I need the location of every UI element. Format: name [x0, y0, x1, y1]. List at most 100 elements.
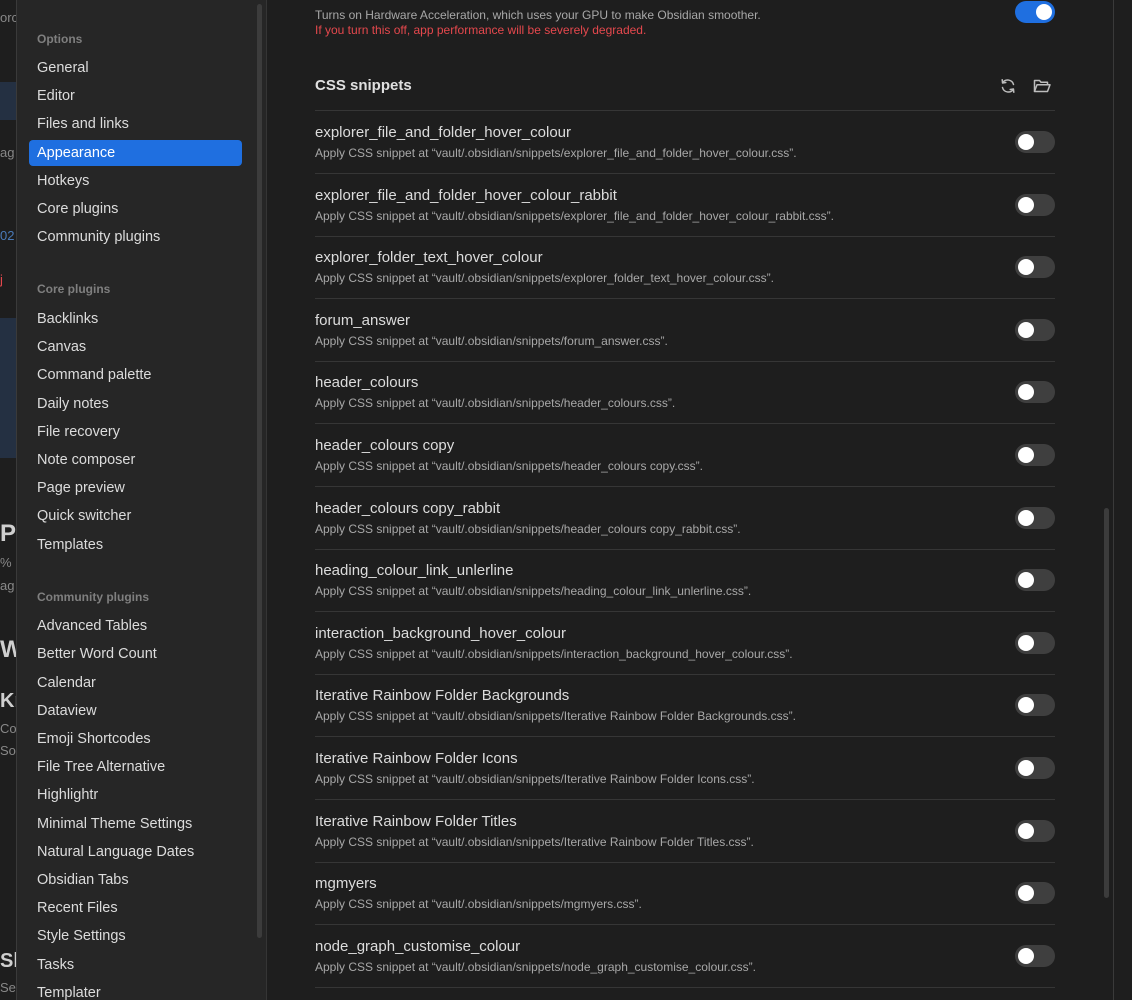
- snippet-toggle[interactable]: [1015, 632, 1055, 654]
- snippet-toggle[interactable]: [1015, 319, 1055, 341]
- sidebar-item-page-preview[interactable]: Page preview: [29, 475, 242, 501]
- snippet-description: Apply CSS snippet at “vault/.obsidian/sn…: [315, 146, 797, 160]
- background-fragment: W: [0, 636, 16, 663]
- sidebar-item-templater[interactable]: Templater: [29, 980, 242, 1000]
- snippet-description: Apply CSS snippet at “vault/.obsidian/sn…: [315, 835, 754, 849]
- sidebar-scrollbar[interactable]: [257, 4, 262, 938]
- reload-snippets-button[interactable]: [998, 76, 1018, 96]
- snippet-description: Apply CSS snippet at “vault/.obsidian/sn…: [315, 772, 755, 786]
- sidebar-item-natural-language-dates[interactable]: Natural Language Dates: [29, 839, 242, 865]
- sidebar-item-dataview[interactable]: Dataview: [29, 698, 242, 724]
- sidebar-item-canvas[interactable]: Canvas: [29, 334, 242, 360]
- snippet-toggle[interactable]: [1015, 256, 1055, 278]
- sidebar-item-file-recovery[interactable]: File recovery: [29, 419, 242, 445]
- sidebar-item-minimal-theme-settings[interactable]: Minimal Theme Settings: [29, 811, 242, 837]
- background-fragment: %: [0, 555, 12, 570]
- snippet-name: Iterative Rainbow Folder Icons: [315, 750, 518, 767]
- snippet-row: heading_colour_link_unlerline Apply CSS …: [315, 549, 1055, 612]
- snippet-description: Apply CSS snippet at “vault/.obsidian/sn…: [315, 709, 796, 723]
- snippet-description: Apply CSS snippet at “vault/.obsidian/sn…: [315, 522, 741, 536]
- snippet-description: Apply CSS snippet at “vault/.obsidian/sn…: [315, 209, 834, 223]
- snippet-description: Apply CSS snippet at “vault/.obsidian/sn…: [315, 459, 703, 473]
- snippet-row: explorer_file_and_folder_hover_colour Ap…: [315, 111, 1055, 174]
- sidebar-item-emoji-shortcodes[interactable]: Emoji Shortcodes: [29, 726, 242, 752]
- toggle-knob: [1018, 134, 1034, 150]
- snippet-row: Iterative Rainbow Folder Titles Apply CS…: [315, 800, 1055, 863]
- snippet-toggle[interactable]: [1015, 945, 1055, 967]
- background-fragment: orc: [0, 10, 16, 25]
- snippet-toggle[interactable]: [1015, 820, 1055, 842]
- toggle-knob: [1018, 447, 1034, 463]
- sidebar-item-recent-files[interactable]: Recent Files: [29, 895, 242, 921]
- sidebar-item-obsidian-tabs[interactable]: Obsidian Tabs: [29, 867, 242, 893]
- snippet-name: explorer_file_and_folder_hover_colour: [315, 124, 572, 141]
- sidebar-item-core-plugins[interactable]: Core plugins: [29, 196, 242, 222]
- sidebar-item-templates[interactable]: Templates: [29, 532, 242, 558]
- toggle-knob: [1018, 197, 1034, 213]
- sidebar-item-advanced-tables[interactable]: Advanced Tables: [29, 613, 242, 639]
- snippet-toggle[interactable]: [1015, 381, 1055, 403]
- sidebar-item-quick-switcher[interactable]: Quick switcher: [29, 503, 242, 529]
- snippet-toggle[interactable]: [1015, 569, 1055, 591]
- toggle-knob: [1018, 948, 1034, 964]
- toggle-knob: [1018, 322, 1034, 338]
- background-fragment: Kr: [0, 690, 16, 712]
- background-band: [0, 82, 16, 120]
- sidebar-item-better-word-count[interactable]: Better Word Count: [29, 641, 242, 667]
- sidebar-item-appearance[interactable]: Appearance: [29, 140, 242, 166]
- sidebar-item-community-plugins[interactable]: Community plugins: [29, 224, 242, 250]
- sidebar-item-hotkeys[interactable]: Hotkeys: [29, 168, 242, 194]
- snippet-row: header_colours copy_rabbit Apply CSS sni…: [315, 487, 1055, 550]
- snippet-row: Iterative Rainbow Folder Backgrounds App…: [315, 674, 1055, 737]
- snippet-description: Apply CSS snippet at “vault/.obsidian/sn…: [315, 647, 793, 661]
- sidebar-heading-options: Options: [37, 32, 83, 46]
- open-snippets-folder-button[interactable]: [1032, 76, 1052, 96]
- sidebar-item-editor[interactable]: Editor: [29, 83, 242, 109]
- hardware-acceleration-warning: If you turn this off, app performance wi…: [315, 23, 647, 37]
- snippet-description: Apply CSS snippet at “vault/.obsidian/sn…: [315, 396, 676, 410]
- snippet-toggle[interactable]: [1015, 507, 1055, 529]
- sidebar-item-command-palette[interactable]: Command palette: [29, 362, 242, 388]
- settings-modal: Options General Editor Files and links A…: [16, 0, 1114, 1000]
- snippet-name: heading_colour_link_unlerline: [315, 562, 514, 579]
- sidebar-item-note-composer[interactable]: Note composer: [29, 447, 242, 473]
- snippet-description: Apply CSS snippet at “vault/.obsidian/sn…: [315, 960, 756, 974]
- open-folder-icon: [1033, 79, 1051, 93]
- snippet-toggle[interactable]: [1015, 694, 1055, 716]
- snippet-description: Apply CSS snippet at “vault/.obsidian/sn…: [315, 897, 642, 911]
- snippet-name: Iterative Rainbow Folder Backgrounds: [315, 687, 570, 704]
- toggle-knob: [1018, 697, 1034, 713]
- snippet-name: explorer_file_and_folder_hover_colour_ra…: [315, 187, 617, 204]
- snippet-name: header_colours: [315, 374, 419, 391]
- toggle-knob: [1018, 823, 1034, 839]
- sidebar-item-daily-notes[interactable]: Daily notes: [29, 391, 242, 417]
- background-fragment: Cor: [0, 721, 16, 736]
- background-fragment: ag: [0, 145, 15, 160]
- background-fragment: PI: [0, 520, 16, 547]
- sidebar-item-backlinks[interactable]: Backlinks: [29, 306, 242, 332]
- settings-content: Turns on Hardware Acceleration, which us…: [266, 0, 1113, 1000]
- snippet-toggle[interactable]: [1015, 131, 1055, 153]
- sidebar-item-calendar[interactable]: Calendar: [29, 670, 242, 696]
- reload-icon: [1001, 79, 1015, 93]
- sidebar-item-tasks[interactable]: Tasks: [29, 952, 242, 978]
- background-fragment: Sor: [0, 743, 16, 758]
- sidebar-item-highlightr[interactable]: Highlightr: [29, 782, 242, 808]
- snippet-name: node_graph_customise_colour: [315, 938, 521, 955]
- sidebar-item-style-settings[interactable]: Style Settings: [29, 923, 242, 949]
- snippet-name: explorer_folder_text_hover_colour: [315, 249, 543, 266]
- snippet-toggle[interactable]: [1015, 757, 1055, 779]
- toggle-knob: [1018, 384, 1034, 400]
- snippet-toggle[interactable]: [1015, 194, 1055, 216]
- snippet-row: mgmyers Apply CSS snippet at “vault/.obs…: [315, 862, 1055, 925]
- sidebar-item-file-tree-alternative[interactable]: File Tree Alternative: [29, 754, 242, 780]
- snippet-row: interaction_background_hover_colour Appl…: [315, 612, 1055, 675]
- content-scrollbar[interactable]: [1104, 508, 1109, 898]
- snippet-description: Apply CSS snippet at “vault/.obsidian/sn…: [315, 271, 774, 285]
- hardware-acceleration-toggle[interactable]: [1015, 1, 1055, 23]
- snippet-toggle[interactable]: [1015, 444, 1055, 466]
- sidebar-item-files-and-links[interactable]: Files and links: [29, 111, 242, 137]
- sidebar-item-general[interactable]: General: [29, 55, 242, 81]
- background-fragment: j: [0, 272, 3, 287]
- snippet-toggle[interactable]: [1015, 882, 1055, 904]
